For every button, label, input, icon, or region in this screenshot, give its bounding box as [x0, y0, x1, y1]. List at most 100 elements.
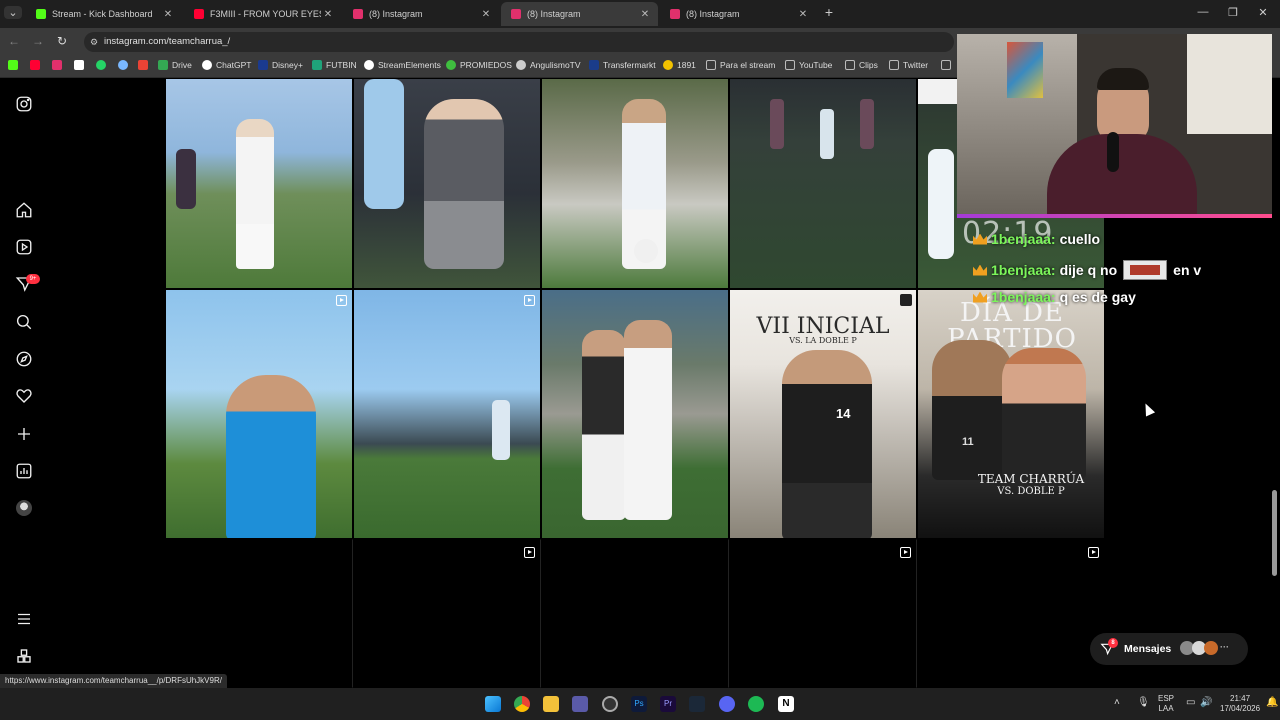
premiere-icon[interactable]: Pr: [660, 696, 676, 712]
bookmark-chatgpt[interactable]: ChatGPT: [202, 60, 251, 70]
tab-youtube[interactable]: F3MIII - FROM YOUR EYES (visu ✕: [184, 2, 341, 26]
bookmark-folder-clips[interactable]: Clips: [845, 60, 878, 70]
reels-icon[interactable]: [14, 237, 34, 257]
close-tab-icon[interactable]: ✕: [796, 9, 810, 20]
close-tab-icon[interactable]: ✕: [161, 9, 175, 20]
post-thumbnail[interactable]: [353, 78, 541, 289]
close-tab-icon[interactable]: ✕: [638, 9, 652, 20]
explore-icon[interactable]: [14, 349, 34, 369]
instagram-logo-icon[interactable]: [14, 94, 34, 114]
post-placeholder[interactable]: [165, 539, 353, 688]
post-thumbnail[interactable]: [165, 78, 353, 289]
bookmark-cloud-icon[interactable]: [118, 60, 132, 70]
app-icon[interactable]: [572, 696, 588, 712]
post-thumbnail[interactable]: [541, 78, 729, 289]
steam-icon[interactable]: [689, 696, 705, 712]
url-field[interactable]: ⚙ instagram.com/teamcharrua_/: [84, 32, 954, 52]
bookmark-gmail-icon[interactable]: [138, 60, 152, 70]
tab-instagram-active[interactable]: (8) Instagram ✕: [501, 2, 658, 26]
close-window-icon[interactable]: ✕: [1254, 6, 1272, 19]
post-placeholder[interactable]: [917, 539, 1105, 688]
back-icon[interactable]: ←: [6, 34, 22, 48]
bookmark-x-icon[interactable]: [74, 60, 88, 70]
bookmark-drive[interactable]: Drive: [158, 60, 192, 70]
carousel-icon: [900, 294, 912, 306]
search-icon[interactable]: [14, 312, 34, 332]
close-tab-icon[interactable]: ✕: [479, 9, 493, 20]
spotify-icon[interactable]: [748, 696, 764, 712]
forward-icon[interactable]: →: [30, 34, 46, 48]
bookmark-label: YouTube: [799, 60, 833, 70]
home-icon[interactable]: [14, 200, 34, 220]
tray-chevron-icon[interactable]: ˄: [1114, 698, 1120, 708]
bookmark-folder-para-el-stream[interactable]: Para el stream: [706, 60, 775, 70]
post-placeholder[interactable]: [729, 539, 917, 688]
photoshop-icon[interactable]: Ps: [631, 696, 647, 712]
reload-icon[interactable]: ↻: [54, 34, 70, 48]
restore-icon[interactable]: ❐: [1224, 6, 1242, 19]
tab-instagram-3[interactable]: (8) Instagram ✕: [660, 2, 816, 26]
menu-icon[interactable]: [14, 609, 34, 629]
bookmark-disney[interactable]: Disney+: [258, 60, 303, 70]
bookmark-instagram-icon[interactable]: [52, 60, 66, 70]
bookmark-futbin[interactable]: FUTBIN: [312, 60, 357, 70]
bookmark-youtube-icon[interactable]: [30, 60, 44, 70]
bookmark-folder-twitter[interactable]: Twitter: [889, 60, 928, 70]
create-icon[interactable]: [14, 424, 34, 444]
more-icon[interactable]: [14, 646, 34, 666]
language-indicator[interactable]: ESP LAA: [1158, 694, 1174, 714]
profile-avatar[interactable]: [14, 498, 34, 518]
minimize-icon[interactable]: —: [1194, 6, 1212, 18]
tab-instagram-1[interactable]: (8) Instagram ✕: [343, 2, 499, 26]
obs-icon[interactable]: [602, 696, 618, 712]
post-thumbnail[interactable]: [165, 289, 353, 539]
network-icon[interactable]: ▭: [1186, 698, 1195, 708]
tab-search-icon[interactable]: ⌄: [4, 6, 22, 19]
microphone-icon[interactable]: 🎙: [1137, 698, 1150, 708]
post-thumbnail[interactable]: [729, 78, 917, 289]
post-subtitle: VS. LA DOBLE P: [789, 336, 857, 345]
messages-button[interactable]: 8 Mensajes ···: [1090, 633, 1248, 665]
windows-taskbar: Ps Pr N ˄ ESP LAA 🎙 ▭ 🔊 21:47 17/04/2026 🔔: [0, 688, 1280, 720]
crown-icon: [973, 264, 987, 276]
bookmark-1891[interactable]: 1891: [663, 60, 696, 70]
post-thumbnail[interactable]: [541, 289, 729, 539]
language-code: ESP: [1158, 694, 1175, 703]
close-tab-icon[interactable]: ✕: [321, 9, 335, 20]
notification-icon[interactable]: 🔔: [1266, 698, 1278, 708]
tab-title: (8) Instagram: [527, 9, 581, 19]
tab-kick-dashboard[interactable]: Stream - Kick Dashboard ✕: [26, 2, 181, 26]
post-thumbnail[interactable]: DÍA DE PARTIDO 11 TEAM CHARRÚA VS. DOBLE…: [917, 289, 1105, 539]
bookmark-kick-icon[interactable]: [8, 60, 22, 70]
bookmark-angulismotv[interactable]: AngulismoTV: [516, 60, 581, 70]
clock[interactable]: 21:47 17/04/2026: [1220, 694, 1260, 714]
bookmark-promiedos[interactable]: PROMIEDOS: [446, 60, 512, 70]
bookmark-whatsapp-icon[interactable]: [96, 60, 110, 70]
bookmark-folder-youtube[interactable]: YouTube: [785, 60, 832, 70]
new-tab-button[interactable]: +: [820, 4, 838, 20]
post-placeholder[interactable]: [541, 539, 729, 688]
dashboard-icon[interactable]: [14, 461, 34, 481]
bookmark-transfermarkt[interactable]: Transfermarkt: [589, 60, 656, 70]
notion-icon[interactable]: N: [778, 696, 794, 712]
discord-icon[interactable]: [719, 696, 735, 712]
chrome-icon[interactable]: [514, 696, 530, 712]
crown-icon: [973, 291, 987, 303]
post-thumbnail[interactable]: [353, 289, 541, 539]
bookmark-streamelements[interactable]: StreamElements: [364, 60, 441, 70]
date-text: 17/04/2026: [1220, 704, 1261, 713]
futbin-icon: [312, 60, 322, 70]
post-placeholder[interactable]: [353, 539, 541, 688]
windows-start-icon[interactable]: [485, 696, 501, 712]
post-thumbnail[interactable]: VII INICIAL VS. LA DOBLE P 14: [729, 289, 917, 539]
heart-icon[interactable]: [14, 386, 34, 406]
folder-icon: [785, 60, 795, 70]
streamer-body: [1047, 134, 1197, 216]
file-explorer-icon[interactable]: [543, 696, 559, 712]
ball: [634, 239, 658, 263]
volume-icon[interactable]: 🔊: [1200, 698, 1212, 708]
site-info-icon[interactable]: ⚙: [90, 32, 98, 52]
bookmark-label: PROMIEDOS: [460, 60, 512, 70]
bookmark-folder-more[interactable]: [941, 60, 955, 70]
page-scrollbar[interactable]: [1272, 490, 1277, 576]
